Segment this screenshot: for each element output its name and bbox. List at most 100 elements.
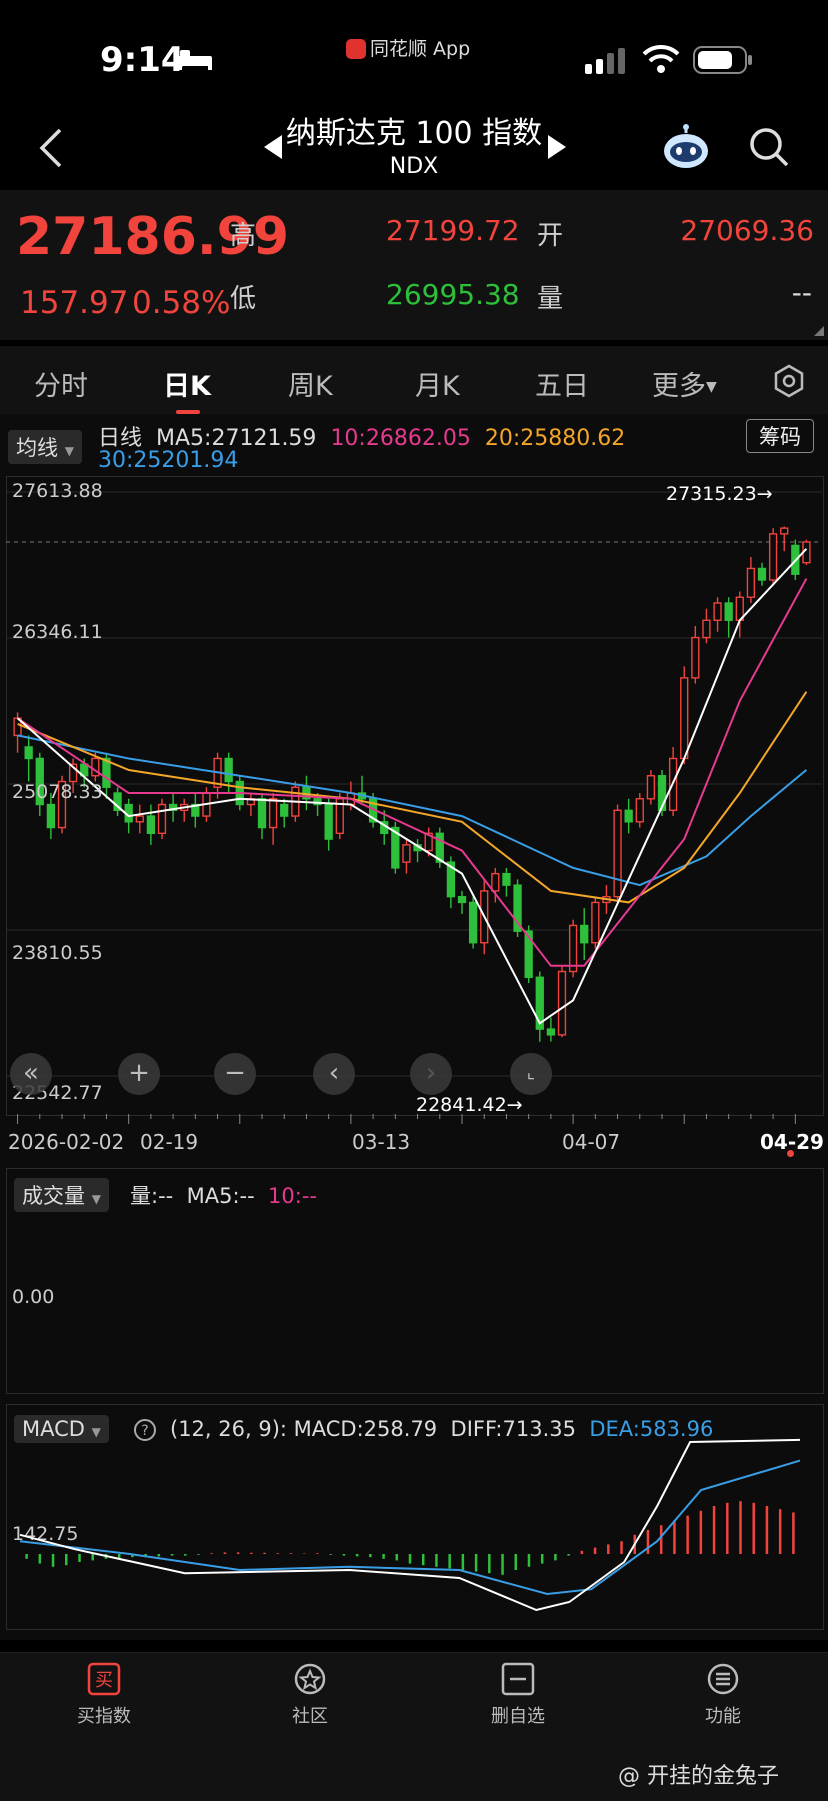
candle-body [624, 809, 633, 823]
app-indicator: 同花顺 App [346, 34, 470, 61]
candle-body [568, 924, 578, 973]
candle-body [746, 567, 756, 598]
robot-assistant-icon[interactable] [662, 124, 710, 170]
candle-body [680, 677, 689, 760]
candle-body [268, 798, 278, 829]
nav-remove-watchlist[interactable]: 删自选 [448, 1662, 588, 1728]
battery-icon [693, 46, 752, 74]
ma10-line [17, 578, 808, 967]
tab-weekly-k[interactable]: 周K [288, 364, 333, 403]
candle-body [135, 815, 144, 823]
candle-body [491, 872, 500, 892]
nav-buy-index[interactable]: 买 买指数 [34, 1662, 174, 1728]
tab-monthly-k[interactable]: 月K [415, 364, 460, 403]
nav-functions-label: 功能 [705, 1706, 741, 1727]
y-label: 27613.88 [12, 480, 103, 502]
search-icon[interactable] [748, 126, 790, 168]
x-label: 2026-02-02 [8, 1130, 125, 1154]
settings-hex-icon[interactable] [772, 364, 806, 398]
tab-more-label: 更多 [652, 371, 706, 402]
candle-body [502, 872, 511, 886]
candle-body [546, 1028, 556, 1036]
community-icon [294, 1663, 326, 1695]
candle-body [257, 798, 267, 829]
price-change: 157.97 [20, 285, 129, 321]
scroll-left-icon[interactable]: ‹ [313, 1053, 355, 1095]
candle-body [557, 970, 567, 1036]
buy-icon: 买 [87, 1662, 121, 1696]
tab-intraday[interactable]: 分时 [34, 364, 88, 403]
volume-legend: 量:-- MA5:-- 10:-- [130, 1180, 317, 1210]
x-label: 03-13 [352, 1130, 411, 1154]
low-value: 26995.38 [386, 278, 520, 311]
collapse-icon[interactable]: « [10, 1053, 52, 1095]
candle-body [691, 636, 700, 679]
nav-functions[interactable]: 功能 [653, 1662, 793, 1728]
zoom-out-icon[interactable]: − [214, 1053, 256, 1095]
candle-body [646, 775, 656, 800]
y-label: 26346.11 [12, 621, 103, 643]
candle-body [457, 895, 467, 904]
ma30-value: 30:25201.94 [98, 448, 239, 473]
wifi-icon [642, 44, 680, 73]
menu-icon [707, 1663, 739, 1695]
volume-label: 量 [537, 284, 564, 314]
volume-ma5: MA5:-- [186, 1184, 255, 1208]
x-label: 02-19 [140, 1130, 199, 1154]
app-logo-icon [346, 39, 366, 59]
low-label: 低 [230, 284, 257, 314]
remove-watchlist-icon [501, 1662, 535, 1696]
status-time: 9:14 [100, 40, 185, 80]
scroll-right-icon[interactable]: › [410, 1053, 452, 1095]
volume-selector[interactable]: 成交量 ▼ [14, 1178, 109, 1212]
price-change-pct: 0.58% [132, 285, 231, 321]
candle-body [146, 815, 156, 835]
candle-body [702, 619, 711, 639]
candlestick-chart[interactable] [6, 476, 822, 1114]
candle-body [724, 602, 733, 621]
next-index-icon[interactable] [546, 134, 568, 160]
y-label: 25078.33 [12, 781, 103, 803]
sleep-focus-icon [178, 50, 212, 70]
latest-dot [787, 1150, 794, 1157]
nav-buy-index-label: 买指数 [77, 1706, 131, 1727]
ma5-line [16, 548, 808, 1025]
chips-button[interactable]: 筹码 [746, 419, 814, 453]
volume-panel [6, 1168, 824, 1394]
candle-body [635, 798, 644, 823]
high-marker: 27315.23→ [666, 483, 773, 505]
candle-body [224, 757, 233, 783]
tab-more[interactable]: 更多▼ [652, 364, 717, 403]
x-label: 04-07 [562, 1130, 621, 1154]
candle-body [468, 901, 478, 944]
y-label: 23810.55 [12, 942, 103, 964]
dropdown-arrow-icon: ▼ [706, 379, 717, 395]
candle-body [780, 527, 789, 535]
nav-community[interactable]: 社区 [240, 1662, 380, 1728]
ma10-value: 10:26862.05 [330, 426, 471, 451]
tab-five-day[interactable]: 五日 [535, 364, 589, 403]
candle-body [157, 803, 167, 835]
dropdown-arrow-icon: ▼ [64, 444, 74, 458]
volume-value: -- [791, 276, 812, 309]
corner-resize-icon [814, 326, 824, 336]
app-indicator-label: 同花顺 App [370, 38, 471, 60]
fullscreen-icon[interactable]: ⌞ [510, 1053, 552, 1095]
candle-body [613, 809, 622, 898]
high-label: 高 [230, 221, 257, 251]
cellular-signal-icon [585, 48, 625, 74]
zoom-in-icon[interactable]: + [118, 1053, 160, 1095]
ma-selector[interactable]: 均线 ▼ [8, 430, 82, 464]
macd-chart[interactable] [6, 1404, 822, 1628]
ma20-value: 20:25880.62 [484, 426, 626, 451]
open-label: 开 [537, 221, 564, 251]
watermark: @ 开挂的金兔子 [618, 1764, 779, 1789]
nav-community-label: 社区 [292, 1706, 328, 1727]
tab-daily-k[interactable]: 日K [163, 364, 211, 403]
candle-body [757, 567, 767, 581]
low-marker: 22841.42→ [416, 1094, 523, 1116]
candle-body [24, 746, 33, 760]
candle-body [402, 844, 411, 863]
candle-body [280, 803, 289, 817]
x-axis-ticks [17, 1114, 796, 1124]
